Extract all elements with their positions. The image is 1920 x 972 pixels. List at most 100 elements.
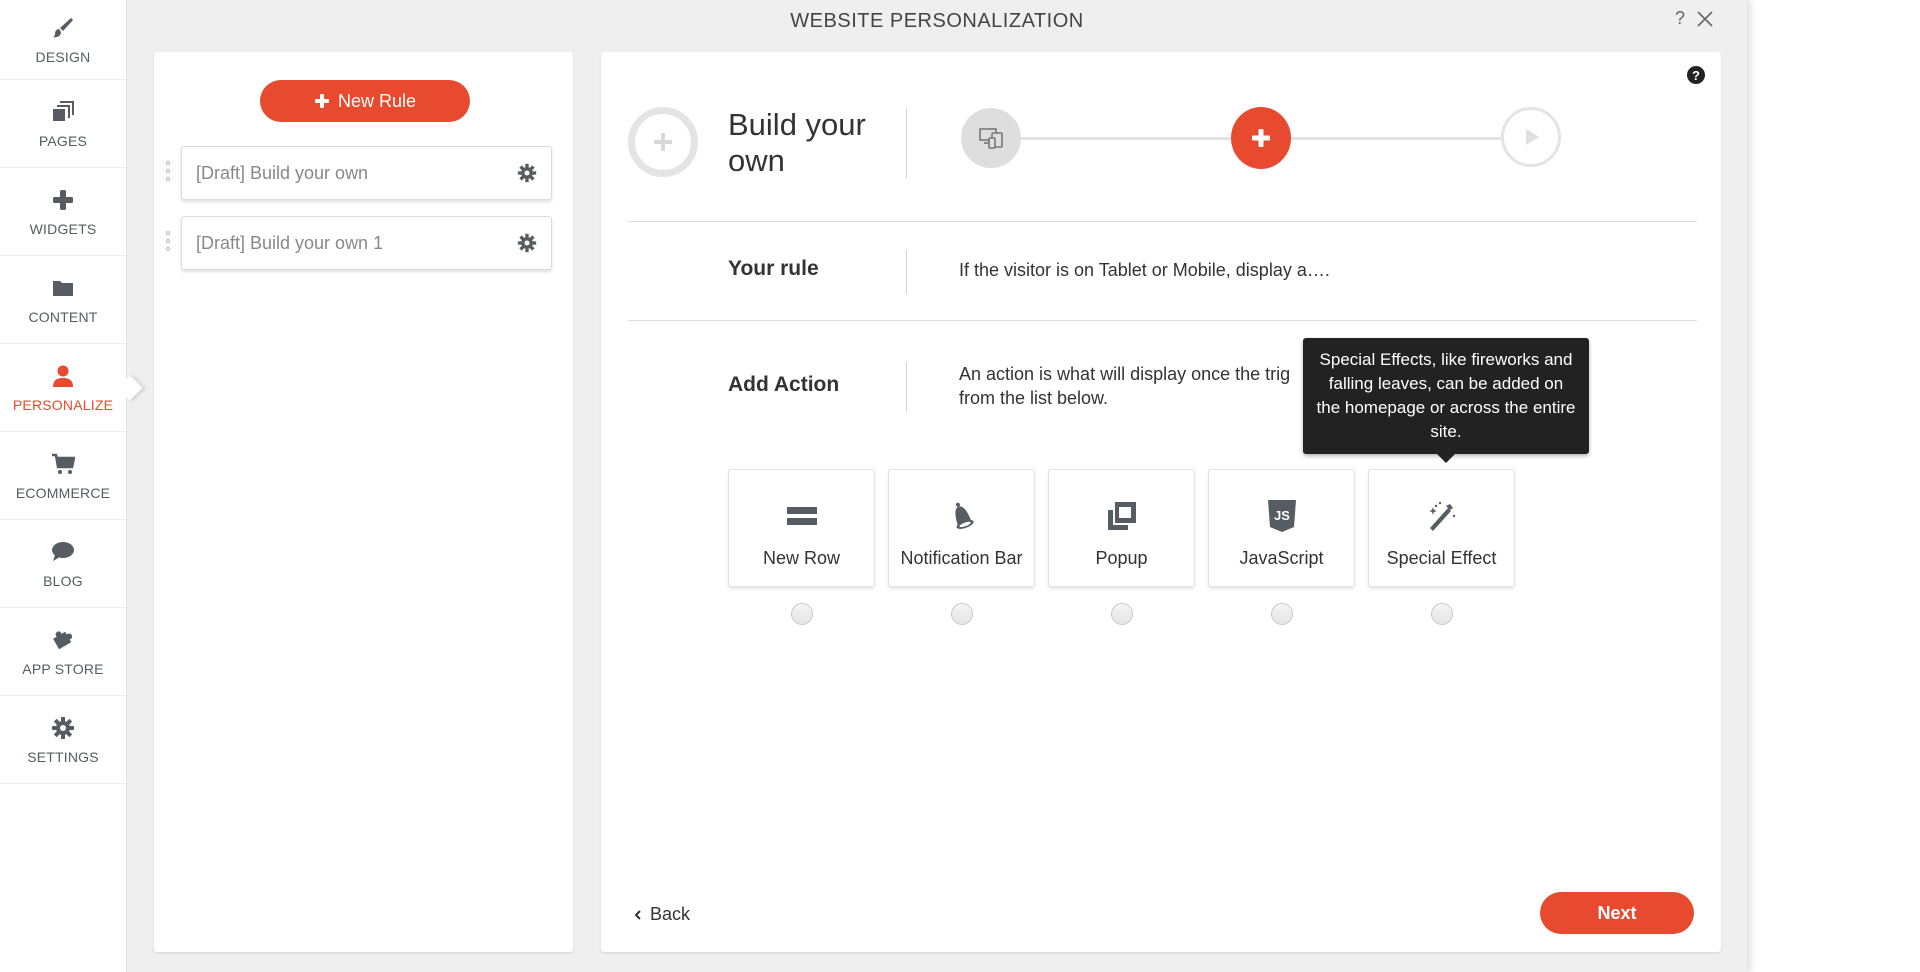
step-connector: [1016, 137, 1236, 140]
step-publish[interactable]: [1501, 107, 1561, 167]
divider: [628, 221, 1697, 222]
divider: [628, 320, 1697, 321]
action-option-popup: Popup: [1048, 469, 1195, 625]
popup-radio[interactable]: [1110, 603, 1133, 625]
play-icon: [1526, 129, 1539, 145]
modal-title: WEBSITE PERSONALIZATION: [790, 10, 1084, 32]
add-action-description: An action is what will display once the …: [959, 362, 1290, 410]
close-icon: [1697, 11, 1713, 27]
action-option-notification-bar: Notification Bar: [888, 469, 1035, 625]
sidebar-item-content[interactable]: CONTENT: [0, 256, 126, 344]
new-row-radio[interactable]: [790, 603, 813, 625]
svg-text:JS: JS: [1274, 508, 1290, 523]
help-icon[interactable]: ?: [1687, 66, 1705, 84]
drag-handle-icon[interactable]: [166, 231, 172, 257]
help-button[interactable]: ?: [1675, 8, 1685, 29]
pages-icon: [50, 99, 76, 125]
sidebar-item-label: WIDGETS: [29, 220, 97, 237]
action-option-javascript: JS JavaScript: [1208, 469, 1355, 625]
cart-icon: [50, 451, 76, 477]
sidebar-item-label: APP STORE: [22, 660, 104, 677]
popup-card[interactable]: Popup: [1048, 469, 1195, 587]
user-icon: [50, 363, 76, 389]
new-rule-button[interactable]: New Rule: [260, 80, 470, 122]
plus-icon: [314, 94, 329, 108]
gear-icon: [50, 715, 76, 741]
action-options: New Row Notification Bar Popup JS JavaSc…: [728, 469, 1515, 625]
plus-icon: [50, 187, 76, 213]
sidebar-item-label: PAGES: [38, 132, 88, 149]
devices-icon: [979, 128, 1003, 149]
build-your-own-icon: [628, 107, 698, 177]
rows-icon: [786, 498, 818, 534]
gear-icon: [517, 233, 537, 253]
plus-icon: [1252, 129, 1270, 147]
action-label: Notification Bar: [900, 548, 1023, 568]
javascript-radio[interactable]: [1270, 603, 1293, 625]
description-line: from the list below.: [959, 388, 1109, 408]
sidebar-item-personalize[interactable]: PERSONALIZE: [0, 344, 126, 432]
divider: [906, 108, 907, 178]
your-rule-label: Your rule: [728, 257, 819, 280]
sidebar-item-label: CONTENT: [28, 308, 98, 325]
sidebar-item-label: PERSONALIZE: [12, 396, 114, 413]
puzzle-icon: [50, 627, 76, 653]
sidebar-item-label: BLOG: [43, 572, 83, 589]
notification-bar-radio[interactable]: [950, 603, 973, 625]
sidebar-item-label: DESIGN: [35, 48, 91, 65]
folder-icon: [50, 275, 76, 301]
step-action[interactable]: [1231, 107, 1291, 169]
divider: [906, 362, 907, 412]
step-trigger[interactable]: [961, 108, 1021, 168]
rule-item[interactable]: [Draft] Build your own: [166, 146, 552, 200]
rule-summary: If the visitor is on Tablet or Mobile, d…: [959, 260, 1330, 280]
sidebar-item-ecommerce[interactable]: ECOMMERCE: [0, 432, 126, 520]
javascript-card[interactable]: JS JavaScript: [1208, 469, 1355, 587]
sidebar-item-settings[interactable]: SETTINGS: [0, 696, 126, 784]
action-option-special-effect: Special Effect: [1368, 469, 1515, 625]
sidebar-item-pages[interactable]: PAGES: [0, 80, 126, 168]
special-effect-radio[interactable]: [1430, 603, 1453, 625]
close-button[interactable]: [1695, 9, 1715, 29]
sidebar-item-design[interactable]: DESIGN: [0, 0, 126, 80]
personalization-modal: WEBSITE PERSONALIZATION ? New Rule [Draf…: [127, 0, 1747, 972]
rule-title: Build your own: [728, 107, 866, 178]
sidebar-item-label: ECOMMERCE: [15, 484, 111, 501]
rules-panel: New Rule [Draft] Build your own [Draft] …: [154, 52, 573, 952]
divider: [906, 250, 907, 294]
notification-bar-card[interactable]: Notification Bar: [888, 469, 1035, 587]
new-row-card[interactable]: New Row: [728, 469, 875, 587]
drag-handle-icon[interactable]: [166, 161, 172, 187]
speech-bubble-icon: [50, 539, 76, 565]
special-effect-card[interactable]: Special Effect: [1368, 469, 1515, 587]
js-icon: JS: [1267, 498, 1297, 534]
description-line: An action is what will display once the …: [959, 364, 1291, 384]
add-action-label: Add Action: [728, 373, 840, 396]
sidebar-item-blog[interactable]: BLOG: [0, 520, 126, 608]
rule-settings-button[interactable]: [517, 233, 537, 253]
action-label: Popup: [1095, 548, 1148, 568]
action-option-new-row: New Row: [728, 469, 875, 625]
magic-wand-icon: [1426, 498, 1458, 534]
rule-item-label: [Draft] Build your own: [196, 162, 369, 183]
paintbrush-icon: [50, 15, 76, 41]
sidebar-item-app-store[interactable]: APP STORE: [0, 608, 126, 696]
popup-icon: [1106, 498, 1138, 534]
sidebar-item-widgets[interactable]: WIDGETS: [0, 168, 126, 256]
action-label: JavaScript: [1239, 548, 1324, 568]
next-button[interactable]: Next: [1540, 892, 1694, 934]
back-label: Back: [650, 904, 691, 924]
action-label: Special Effect: [1386, 548, 1497, 568]
sidebar: DESIGN PAGES WIDGETS CONTENT PERSONALIZE…: [0, 0, 127, 972]
gear-icon: [517, 163, 537, 183]
chevron-left-icon: [634, 909, 641, 920]
rule-editor-panel: ? Build your own Your rule If the visito…: [601, 52, 1721, 952]
step-connector: [1286, 137, 1506, 140]
rule-item-label: [Draft] Build your own 1: [196, 232, 384, 253]
sidebar-item-label: SETTINGS: [27, 748, 99, 765]
bell-icon: [947, 498, 977, 534]
new-rule-label: New Rule: [337, 90, 417, 111]
rule-settings-button[interactable]: [517, 163, 537, 183]
rule-item[interactable]: [Draft] Build your own 1: [166, 216, 552, 270]
back-button[interactable]: Back: [634, 904, 690, 925]
